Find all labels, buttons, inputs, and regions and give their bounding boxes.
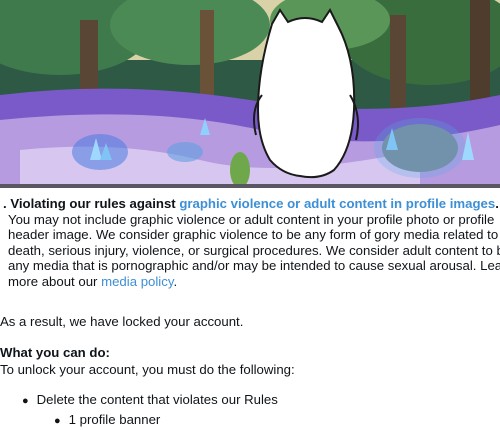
violation-body-suffix: . xyxy=(173,273,178,289)
result-text: As a result, we have locked your account… xyxy=(0,314,244,329)
step-label: Delete the content that violates our Rul… xyxy=(36,392,278,407)
sub-step-label: 1 profile banner xyxy=(68,412,161,427)
rules-link[interactable]: graphic violence or adult content in pro… xyxy=(179,196,495,211)
step-item: ● Delete the content that violates our Ru… xyxy=(22,392,278,409)
sub-step-item: ● 1 profile banner xyxy=(54,412,160,429)
violation-prefix: . Violating our rules against xyxy=(3,196,180,211)
bullet-icon: ● xyxy=(22,395,29,407)
unlock-instructions: To unlock your account, you must do the … xyxy=(0,362,295,377)
violation-suffix: . xyxy=(495,196,499,211)
what-you-can-do-heading: What you can do: xyxy=(0,345,110,360)
bullet-icon: ● xyxy=(54,415,61,427)
profile-banner-image xyxy=(0,0,500,184)
media-policy-link[interactable]: media policy xyxy=(101,274,173,289)
email-body: . Violating our rules against graphic vi… xyxy=(0,188,500,430)
violation-body-text: You may not include graphic violence or … xyxy=(8,212,500,289)
violation-description: You may not include graphic violence or … xyxy=(8,212,500,289)
violation-title: . Violating our rules against graphic vi… xyxy=(3,196,499,211)
